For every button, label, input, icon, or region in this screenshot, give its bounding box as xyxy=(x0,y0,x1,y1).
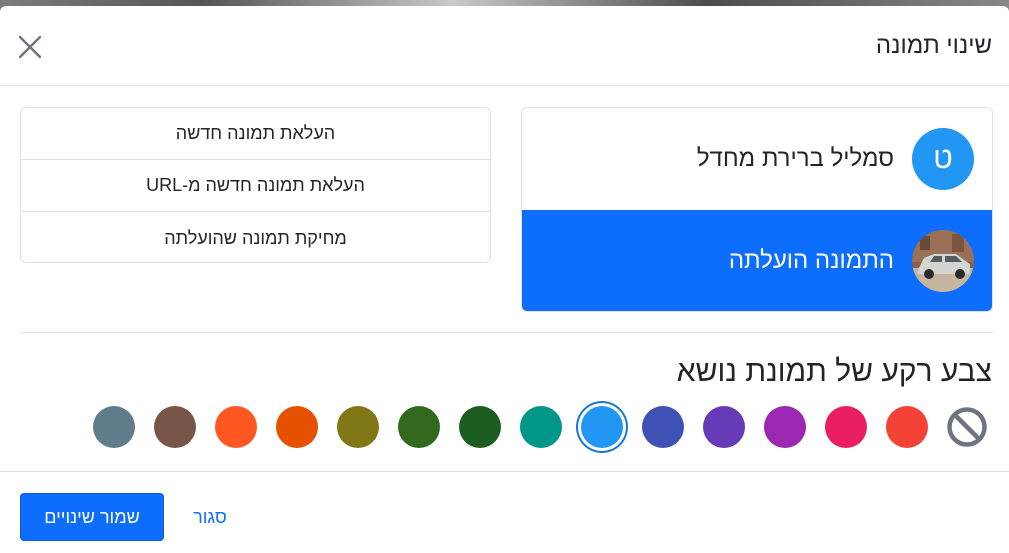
color-swatch-blue[interactable] xyxy=(581,406,623,448)
background-color-heading: צבע רקע של תמונת נושא xyxy=(676,355,992,388)
avatar-letter: ט xyxy=(933,142,953,175)
upload-from-url-button[interactable]: העלאת תמונה חדשה מ-URL xyxy=(21,160,490,212)
color-swatch-orange[interactable] xyxy=(215,406,257,448)
color-swatch-indigo[interactable] xyxy=(642,406,684,448)
color-swatch-deep-purple[interactable] xyxy=(703,406,745,448)
color-swatch-pink[interactable] xyxy=(825,406,867,448)
color-swatch-brown[interactable] xyxy=(154,406,196,448)
delete-uploaded-picture-button[interactable]: מחיקת תמונה שהועלתה xyxy=(21,212,490,262)
color-swatch-dark-orange[interactable] xyxy=(276,406,318,448)
uploaded-picture-label: התמונה הועלתה xyxy=(728,246,894,274)
close-dialog-button[interactable]: סגור xyxy=(180,493,240,541)
change-picture-dialog: שינוי תמונה ט סמליל ברירת מחדל התמונה הו… xyxy=(0,6,1009,553)
section-divider xyxy=(20,332,993,333)
save-changes-button[interactable]: שמור שינויים xyxy=(20,493,164,541)
color-swatch-blue-grey[interactable] xyxy=(93,406,135,448)
picture-action-list: העלאת תמונה חדשה העלאת תמונה חדשה מ-URL … xyxy=(20,107,491,263)
default-avatar: ט xyxy=(912,128,974,190)
upload-new-picture-button[interactable]: העלאת תמונה חדשה xyxy=(21,108,490,160)
dialog-title: שינוי תמונה xyxy=(875,32,992,59)
color-swatch-olive[interactable] xyxy=(337,406,379,448)
default-avatar-option[interactable]: ט סמליל ברירת מחדל xyxy=(522,108,992,210)
uploaded-picture-option[interactable]: התמונה הועלתה xyxy=(522,210,992,311)
color-swatch-teal[interactable] xyxy=(520,406,562,448)
uploaded-photo-icon xyxy=(912,229,974,292)
dialog-header: שינוי תמונה xyxy=(0,6,1009,86)
color-swatch-dark-green[interactable] xyxy=(459,406,501,448)
footer-divider xyxy=(0,471,1009,472)
close-button[interactable] xyxy=(15,32,45,62)
color-swatch-red[interactable] xyxy=(886,406,928,448)
no-color-swatch[interactable] xyxy=(946,406,988,448)
close-icon xyxy=(18,35,42,59)
color-swatch-purple[interactable] xyxy=(764,406,806,448)
picture-source-list: ט סמליל ברירת מחדל התמונה הועלתה xyxy=(521,107,993,312)
no-color-icon xyxy=(947,407,987,447)
color-swatch-green[interactable] xyxy=(398,406,440,448)
default-avatar-label: סמליל ברירת מחדל xyxy=(696,145,894,172)
